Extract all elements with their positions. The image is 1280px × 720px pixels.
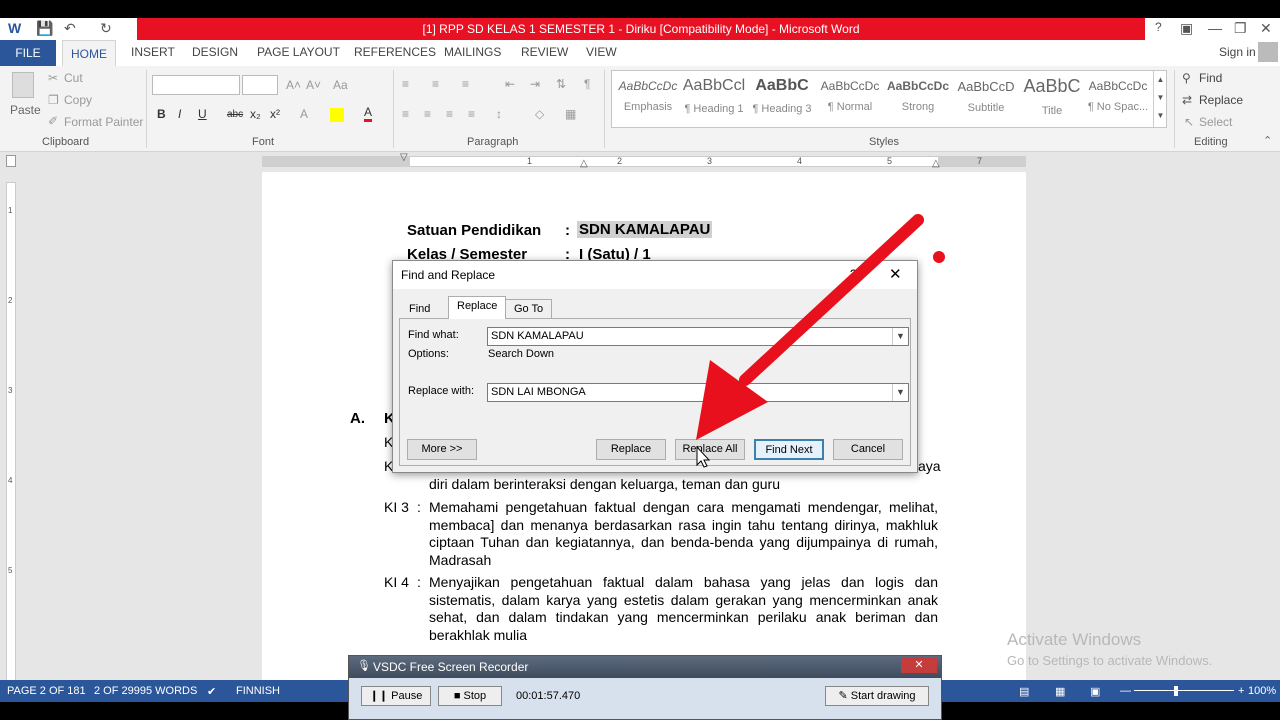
activate-windows-subtitle: Go to Settings to activate Windows. bbox=[1007, 653, 1213, 668]
zoom-in-icon[interactable]: + bbox=[1238, 685, 1244, 697]
mouse-cursor-icon bbox=[696, 445, 711, 468]
zoom-slider-thumb[interactable] bbox=[1174, 686, 1178, 696]
pause-icon: ❙❙ bbox=[369, 690, 392, 702]
zoom-out-icon[interactable]: — bbox=[1120, 685, 1131, 697]
pencil-icon: ✎ bbox=[838, 690, 851, 702]
recorder-title: VSDC Free Screen Recorder bbox=[349, 656, 941, 678]
stop-icon: ■ bbox=[453, 690, 464, 702]
web-layout-icon[interactable]: ▣ bbox=[1090, 685, 1100, 698]
recorder-timer: 00:01:57.470 bbox=[516, 690, 581, 702]
print-layout-icon[interactable]: ▦ bbox=[1055, 685, 1065, 698]
language-indicator[interactable]: FINNISH bbox=[236, 685, 280, 697]
red-dot bbox=[933, 251, 945, 263]
pause-button[interactable]: ❙❙ Pause bbox=[361, 686, 431, 706]
zoom-level[interactable]: 100% bbox=[1248, 685, 1276, 697]
tab-replace[interactable]: Replace bbox=[448, 296, 507, 319]
start-drawing-button[interactable]: ✎ Start drawing bbox=[825, 686, 929, 706]
word-count[interactable]: 2 OF 29995 WORDS bbox=[94, 685, 197, 697]
recorder-close-icon[interactable]: ✕ bbox=[901, 657, 937, 673]
annotation-arrow bbox=[696, 214, 945, 468]
recorder-logo-icon: 🎙 bbox=[357, 660, 371, 672]
arrow-shaft bbox=[739, 214, 924, 386]
start-drawing-label: Start drawing bbox=[850, 690, 916, 702]
activate-windows-title: Activate Windows bbox=[1007, 630, 1142, 649]
stop-button[interactable]: ■ Stop bbox=[438, 686, 502, 706]
proofing-icon[interactable]: ✔ bbox=[207, 685, 216, 698]
pause-label: Pause bbox=[391, 690, 423, 702]
page-indicator[interactable]: PAGE 2 OF 181 bbox=[7, 685, 86, 697]
stop-label: Stop bbox=[463, 690, 487, 702]
screen-recorder-window: VSDC Free Screen Recorder 🎙 ✕ ❙❙ Pause ■… bbox=[348, 655, 942, 720]
read-mode-icon[interactable]: ▤ bbox=[1019, 685, 1029, 698]
zoom-slider[interactable] bbox=[1134, 690, 1234, 691]
